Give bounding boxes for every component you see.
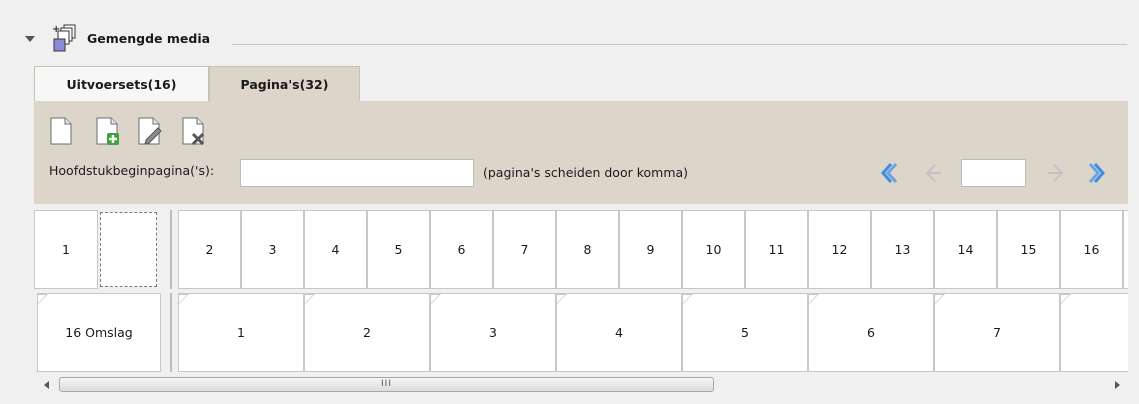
add-page-icon[interactable] (94, 116, 120, 146)
media-sheet[interactable]: 7 (934, 293, 1060, 372)
media-sheet-label: 5 (741, 325, 749, 340)
page-number-input[interactable] (961, 159, 1026, 187)
page-cell[interactable]: 16 (1060, 210, 1123, 289)
cover-sheet-label: 16 Omslag (65, 325, 133, 340)
collapse-toggle-icon[interactable] (25, 36, 35, 42)
media-sheet-partial[interactable]: 8 (1060, 293, 1128, 372)
page-corner (38, 294, 48, 304)
chapter-start-input[interactable] (240, 159, 474, 187)
page-corner (179, 294, 189, 304)
edit-page-icon[interactable] (136, 116, 162, 146)
media-sheet-label: 4 (615, 325, 623, 340)
media-sheet[interactable]: 1 (178, 293, 304, 372)
page-cell[interactable]: 6 (430, 210, 493, 289)
page-cell[interactable]: 3 (241, 210, 304, 289)
row-separator (170, 210, 172, 289)
page-cell[interactable]: 10 (682, 210, 745, 289)
media-sheet[interactable]: 5 (682, 293, 808, 372)
page-cell-partial[interactable] (1123, 210, 1128, 289)
section-title: Gemengde media (87, 31, 211, 46)
media-sheet[interactable]: 2 (304, 293, 430, 372)
tab-output-sets[interactable]: Uitvoersets(16) (34, 66, 209, 102)
page-corner (1061, 294, 1071, 304)
row-separator (170, 293, 172, 372)
previous-page-icon[interactable] (922, 158, 944, 188)
page-cell[interactable]: 5 (367, 210, 430, 289)
page-cell[interactable]: 13 (871, 210, 934, 289)
scroll-left-icon[interactable] (43, 380, 51, 390)
cover-sheet[interactable]: 16 Omslag (37, 293, 161, 372)
page-cell[interactable]: 2 (178, 210, 241, 289)
chapter-start-label: Hoofdstukbeginpagina('s): (49, 163, 215, 178)
media-sheet[interactable]: 3 (430, 293, 556, 372)
page-cell[interactable]: 4 (304, 210, 367, 289)
page-corner (305, 294, 315, 304)
mixed-media-icon: + (52, 24, 76, 52)
media-sheet-label: 2 (363, 325, 371, 340)
blank-page-placeholder[interactable] (100, 212, 157, 287)
delete-page-icon[interactable] (180, 116, 206, 146)
scrollbar-thumb[interactable]: III (59, 377, 714, 392)
page-corner (557, 294, 567, 304)
page-cell[interactable]: 9 (619, 210, 682, 289)
first-page-icon[interactable] (877, 158, 899, 188)
page-cell[interactable]: 14 (934, 210, 997, 289)
page-cell[interactable]: 7 (493, 210, 556, 289)
next-page-icon[interactable] (1045, 158, 1067, 188)
new-page-icon[interactable] (48, 116, 74, 146)
chapter-start-hint: (pagina's scheiden door komma) (483, 165, 689, 180)
media-sheet-label: 6 (867, 325, 875, 340)
scroll-right-icon[interactable] (1113, 380, 1121, 390)
page-cell[interactable]: 11 (745, 210, 808, 289)
last-page-icon[interactable] (1087, 158, 1109, 188)
page-corner (935, 294, 945, 304)
page-cell[interactable]: 1 (34, 210, 98, 289)
media-sheet[interactable]: 4 (556, 293, 682, 372)
media-sheet-label: 7 (993, 325, 1001, 340)
section-divider (232, 44, 1127, 45)
tab-pages[interactable]: Pagina's(32) (209, 66, 360, 102)
page-corner (809, 294, 819, 304)
page-corner (431, 294, 441, 304)
page-corner (683, 294, 693, 304)
page-grid: 1 2 3 4 5 6 7 8 9 10 11 12 13 14 15 16 1… (34, 206, 1128, 374)
page-cell[interactable]: 12 (808, 210, 871, 289)
scrollbar-grip: III (381, 379, 392, 389)
page-cell[interactable]: 8 (556, 210, 619, 289)
media-sheet-label: 3 (489, 325, 497, 340)
media-sheet-label: 1 (237, 325, 245, 340)
media-sheet[interactable]: 6 (808, 293, 934, 372)
page-cell[interactable]: 15 (997, 210, 1060, 289)
